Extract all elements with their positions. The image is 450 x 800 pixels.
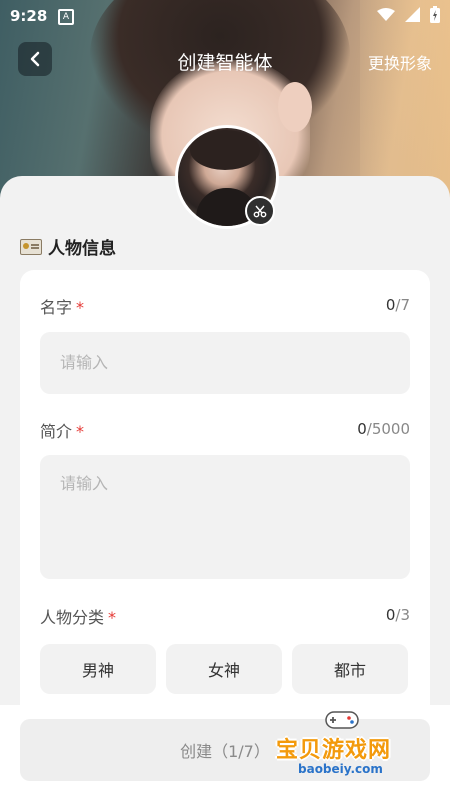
avatar-hair — [190, 130, 260, 170]
app-bar: 创建智能体 更换形象 — [0, 40, 450, 82]
name-max: /7 — [395, 296, 410, 314]
intro-max: /5000 — [366, 420, 410, 438]
category-count: 0 — [385, 606, 396, 624]
category-chip-female-god[interactable]: 女神 — [166, 644, 282, 694]
intro-required-mark: * — [76, 422, 85, 441]
section-title: 人物信息 — [48, 239, 116, 259]
intro-label: 简介 * — [40, 418, 84, 442]
name-input[interactable]: 请输入 — [40, 332, 410, 394]
category-chip-urban[interactable]: 都市 — [292, 644, 408, 694]
name-required-mark: * — [76, 298, 85, 317]
intro-label-text: 简介 — [40, 422, 73, 441]
gamepad-icon — [325, 711, 359, 729]
status-bar: 9:28 A — [0, 0, 450, 32]
change-avatar-button[interactable]: 更换形象 — [368, 50, 432, 74]
hero-ear — [278, 82, 312, 132]
category-chip-male-god[interactable]: 男神 — [40, 644, 156, 694]
name-label-text: 名字 — [40, 298, 73, 317]
status-time: 9:28 — [10, 7, 48, 25]
notification-a-icon: A — [58, 9, 74, 25]
name-count: 0 — [385, 296, 396, 314]
signal-icon — [405, 7, 420, 22]
name-counter: 0/7 — [386, 296, 410, 314]
intro-count: 0 — [357, 420, 367, 438]
wifi-icon — [377, 7, 395, 21]
watermark-logo: 宝贝游戏网 baobeiy.com — [272, 706, 432, 786]
crop-avatar-button[interactable] — [245, 196, 275, 226]
id-card-icon — [20, 238, 42, 255]
category-label-text: 人物分类 — [40, 608, 105, 627]
category-max: /3 — [395, 606, 410, 624]
category-label: 人物分类 * — [40, 604, 116, 628]
watermark-url: baobeiy.com — [298, 762, 383, 776]
status-icons — [377, 6, 440, 23]
form-card: 名字 * 0/7 请输入 简介 * 0/5000 请输入 人物分类 * 0/3 男神 … — [20, 270, 430, 730]
intro-counter: 0/5000 — [357, 420, 410, 438]
category-counter: 0/3 — [386, 606, 410, 624]
watermark-text: 宝贝游戏网 — [276, 738, 392, 763]
category-required-mark: * — [108, 608, 117, 627]
scissors-icon — [253, 205, 267, 218]
intro-textarea[interactable]: 请输入 — [40, 455, 410, 579]
battery-icon — [430, 6, 440, 23]
section-header: 人物信息 — [20, 234, 116, 259]
name-label: 名字 * — [40, 294, 84, 318]
